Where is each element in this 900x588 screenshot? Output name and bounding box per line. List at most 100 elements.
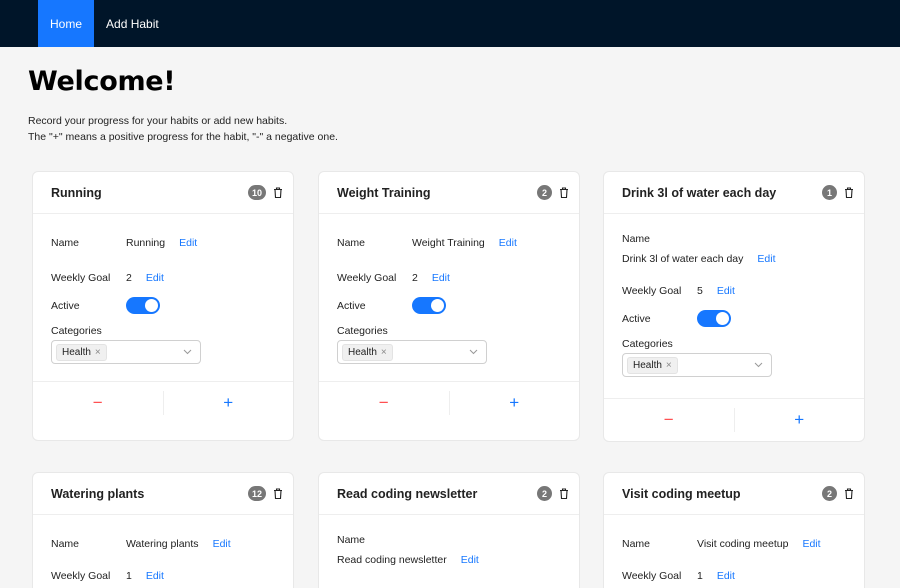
card-actions: − + [604,398,864,441]
card-body: Name Visit coding meetup Edit Weekly Goa… [604,538,864,582]
category-tag: Health × [342,343,393,361]
habit-card: Running 10 Name Running Edit Weekly Goal… [32,171,294,441]
habit-card: Drink 3l of water each day 1 Name Drink … [603,171,865,442]
name-label: Name [51,538,80,550]
goal-row: Weekly Goal 5 Edit [622,285,846,297]
name-row: Name Weight Training Edit [337,237,561,249]
weekly-goal-label: Weekly Goal [51,272,111,284]
weekly-goal-value: 2 [126,272,132,284]
habit-card: Visit coding meetup 2 Name Visit coding … [603,472,865,588]
weekly-goal-label: Weekly Goal [622,285,682,297]
card-header: Watering plants 12 [33,473,293,515]
trash-icon[interactable] [844,488,854,499]
trash-icon[interactable] [844,187,854,198]
weekly-goal-value: 2 [412,272,418,284]
chevron-down-icon [754,362,763,368]
edit-goal-link[interactable]: Edit [146,570,164,582]
goal-row: Weekly Goal 2 Edit [337,272,561,284]
page-title: Welcome! [28,66,176,97]
card-body: Name Read coding newsletter Edit [319,534,579,566]
trash-icon[interactable] [273,488,283,499]
card-title: Drink 3l of water each day [622,185,777,200]
chevron-down-icon [183,349,192,355]
intro-text: Record your progress for your habits or … [28,113,900,145]
category-tag-label: Health [348,346,377,358]
remove-tag-icon[interactable]: × [666,360,672,371]
categories-label: Categories [337,325,388,337]
goal-row: Weekly Goal 1 Edit [51,570,275,582]
progress-count-badge: 1 [822,185,837,200]
minus-button[interactable]: − [319,393,449,413]
name-label: Name [337,237,366,249]
edit-name-link[interactable]: Edit [179,237,197,249]
category-tag: Health × [627,356,678,374]
card-body: Name Weight Training Edit Weekly Goal 2 … [319,237,579,364]
progress-count-badge: 10 [247,185,266,200]
weekly-goal-label: Weekly Goal [51,570,111,582]
name-label: Name [622,538,651,550]
categories-select[interactable]: Health × [337,340,487,364]
category-tag-label: Health [633,359,662,371]
edit-name-link[interactable]: Edit [802,538,820,550]
card-header: Visit coding meetup 2 [604,473,864,515]
active-toggle[interactable] [126,297,160,314]
categories-select[interactable]: Health × [51,340,201,364]
trash-icon[interactable] [559,187,569,198]
card-header: Running 10 [33,172,293,214]
chevron-down-icon [469,349,478,355]
card-title: Read coding newsletter [337,486,478,501]
edit-goal-link[interactable]: Edit [717,570,735,582]
categories-label: Categories [622,338,673,350]
weekly-goal-label: Weekly Goal [622,570,682,582]
edit-name-link[interactable]: Edit [757,253,775,265]
card-actions: − + [33,381,293,424]
categories-select[interactable]: Health × [622,353,772,377]
card-body: Name Drink 3l of water each day Edit Wee… [604,233,864,377]
plus-button[interactable]: + [450,393,580,413]
name-label: Name [51,237,80,249]
nav-add-habit[interactable]: Add Habit [94,0,171,47]
edit-name-link[interactable]: Edit [213,538,231,550]
weekly-goal-value: 5 [697,285,703,297]
name-label: Name [622,233,651,245]
name-value: Weight Training [412,237,485,249]
category-tag-label: Health [62,346,91,358]
plus-button[interactable]: + [735,410,865,430]
progress-count-badge: 12 [247,486,266,501]
card-title: Visit coding meetup [622,486,741,501]
plus-button[interactable]: + [164,393,294,413]
name-row: Drink 3l of water each day Edit [622,253,846,265]
minus-button[interactable]: − [604,410,734,430]
active-toggle[interactable] [697,310,731,327]
edit-name-link[interactable]: Edit [499,237,517,249]
name-value: Read coding newsletter [337,554,447,566]
trash-icon[interactable] [559,488,569,499]
active-toggle[interactable] [412,297,446,314]
name-value: Visit coding meetup [697,538,789,550]
edit-goal-link[interactable]: Edit [146,272,164,284]
categories-label: Categories [51,325,102,337]
minus-button[interactable]: − [33,393,163,413]
intro-line-2: The "+" means a positive progress for th… [28,131,338,143]
card-title: Watering plants [51,486,145,501]
edit-goal-link[interactable]: Edit [717,285,735,297]
progress-count-badge: 2 [537,486,552,501]
card-header: Drink 3l of water each day 1 [604,172,864,214]
card-body: Name Running Edit Weekly Goal 2 Edit Act… [33,237,293,364]
name-row: Name Running Edit [51,237,275,249]
habit-card: Weight Training 2 Name Weight Training E… [318,171,580,441]
weekly-goal-value: 1 [697,570,703,582]
card-title: Running [51,185,102,200]
trash-icon[interactable] [273,187,283,198]
edit-goal-link[interactable]: Edit [432,272,450,284]
card-header: Weight Training 2 [319,172,579,214]
remove-tag-icon[interactable]: × [95,347,101,358]
edit-name-link[interactable]: Edit [461,554,479,566]
name-row: Read coding newsletter Edit [337,554,561,566]
remove-tag-icon[interactable]: × [381,347,387,358]
progress-count-badge: 2 [822,486,837,501]
nav-home[interactable]: Home [38,0,95,47]
goal-row: Weekly Goal 2 Edit [51,272,275,284]
name-value: Drink 3l of water each day [622,253,744,265]
intro-line-1: Record your progress for your habits or … [28,115,288,127]
